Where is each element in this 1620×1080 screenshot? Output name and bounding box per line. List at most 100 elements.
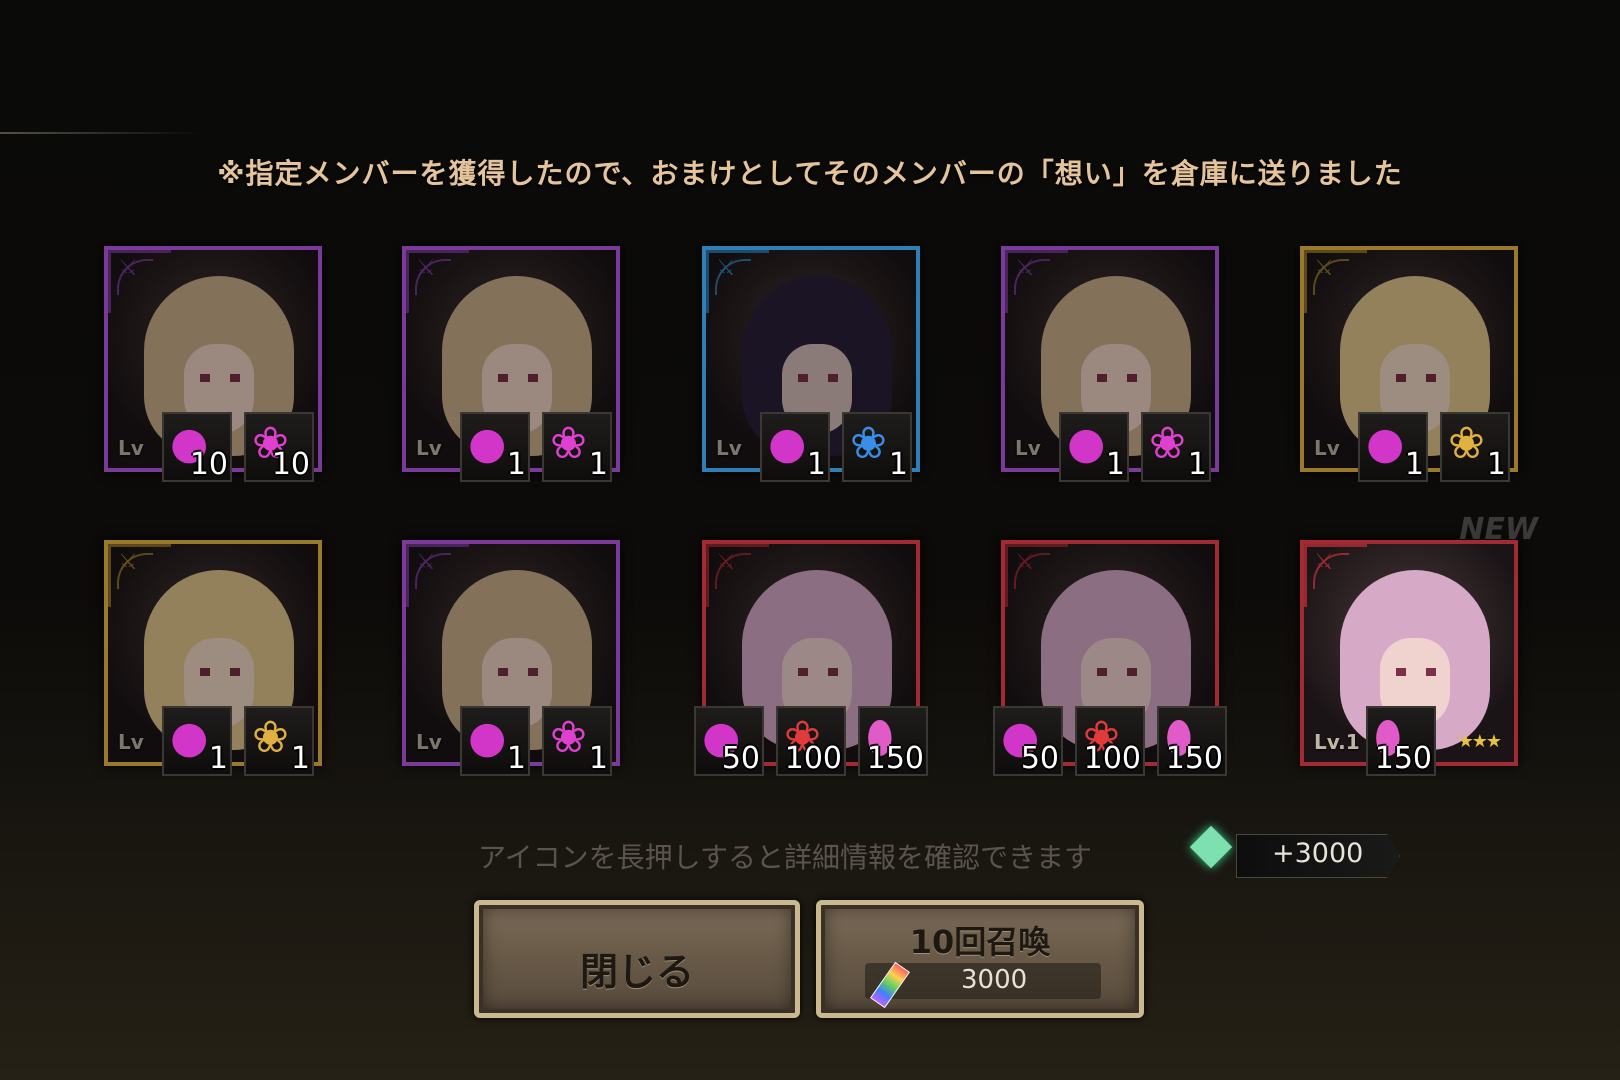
- level-label: Lv: [118, 436, 144, 460]
- frame-corner-ornament: [406, 544, 469, 607]
- rarity-stars: ★★★: [1457, 731, 1502, 752]
- level-label: Lv.1: [1314, 730, 1360, 754]
- item-quantity: 50: [1020, 741, 1059, 776]
- bonus-items: ● 1 ❀ 1: [162, 706, 314, 776]
- bonus-item[interactable]: ❀ 1: [1141, 412, 1211, 482]
- close-button[interactable]: 閉じる: [474, 900, 800, 1018]
- item-quantity: 100: [1083, 741, 1141, 776]
- bonus-item[interactable]: ❀ 1: [244, 706, 314, 776]
- item-quantity: 150: [866, 741, 924, 776]
- item-quantity: 1: [588, 447, 608, 482]
- class-icon: ⚔: [716, 550, 736, 575]
- bonus-item[interactable]: ⬮ 150: [1157, 706, 1227, 776]
- blue-spirit-icon: ❀: [850, 418, 887, 469]
- bonus-item[interactable]: ● 1: [1059, 412, 1129, 482]
- bonus-item[interactable]: ● 10: [162, 412, 232, 482]
- class-icon: ⚔: [1314, 550, 1334, 575]
- result-card[interactable]: ⚔ ● 50 ❀ 100 ⬮ 150: [993, 536, 1229, 776]
- frame-corner-ornament: [706, 544, 769, 607]
- level-label: Lv: [416, 730, 442, 754]
- class-icon: ⚔: [1314, 256, 1334, 281]
- class-icon: ⚔: [416, 550, 436, 575]
- result-card[interactable]: ⚔ Lv ● 1 ❀ 1: [398, 536, 630, 776]
- bonus-item[interactable]: ❀ 1: [842, 412, 912, 482]
- bonus-item[interactable]: ● 1: [460, 412, 530, 482]
- reward-value: +3000: [1272, 838, 1364, 869]
- result-card[interactable]: ⚔ Lv ● 1 ❀ 1: [997, 242, 1229, 482]
- item-quantity: 1: [806, 447, 826, 482]
- bonus-items: ● 10 ❀ 10: [162, 412, 314, 482]
- summon-cost: 3000: [961, 965, 1028, 995]
- frame-corner-ornament: [1005, 250, 1068, 313]
- bonus-item[interactable]: ⬮ 150: [858, 706, 928, 776]
- item-quantity: 100: [784, 741, 842, 776]
- result-card[interactable]: ⚔ Lv ● 1 ❀ 1: [1296, 242, 1528, 482]
- result-card[interactable]: ⚔ Lv ● 10 ❀ 10: [100, 242, 332, 482]
- bonus-items: ● 50 ❀ 100 ⬮ 150: [993, 706, 1227, 776]
- bonus-items: ● 1 ❀ 1: [1059, 412, 1211, 482]
- class-icon: ⚔: [1015, 550, 1035, 575]
- level-label: Lv: [716, 436, 742, 460]
- apple-icon: ●: [768, 418, 807, 469]
- frame-corner-ornament: [108, 250, 171, 313]
- item-quantity: 1: [588, 741, 608, 776]
- level-label: Lv: [1015, 436, 1041, 460]
- item-quantity: 1: [208, 741, 228, 776]
- result-card[interactable]: ⚔ Lv ● 1 ❀ 1: [100, 536, 332, 776]
- bonus-items: ● 1 ❀ 1: [460, 412, 612, 482]
- class-icon: ⚔: [118, 550, 138, 575]
- result-card[interactable]: ⚔ Lv.1 ★★★ NEW ⬮ 150: [1296, 512, 1538, 776]
- item-quantity: 1: [1404, 447, 1424, 482]
- long-press-hint: アイコンを長押しすると詳細情報を確認できます: [478, 841, 1093, 874]
- item-quantity: 150: [1374, 741, 1432, 776]
- level-label: Lv: [118, 730, 144, 754]
- class-icon: ⚔: [1015, 256, 1035, 281]
- bonus-item[interactable]: ❀ 10: [244, 412, 314, 482]
- pink-spirit-icon: ❀: [550, 418, 587, 469]
- bonus-items: ● 50 ❀ 100 ⬮ 150: [694, 706, 928, 776]
- green-gem-icon: [1189, 825, 1233, 869]
- bonus-items: ● 1 ❀ 1: [460, 706, 612, 776]
- pink-spirit-icon: ❀: [1149, 418, 1186, 469]
- frame-corner-ornament: [1005, 544, 1068, 607]
- bonus-item[interactable]: ● 1: [460, 706, 530, 776]
- item-quantity: 10: [271, 447, 310, 482]
- class-icon: ⚔: [118, 256, 138, 281]
- bonus-items: ⬮ 150: [1366, 706, 1436, 776]
- item-quantity: 10: [189, 447, 228, 482]
- apple-icon: ●: [1067, 418, 1106, 469]
- result-card[interactable]: ⚔ ● 50 ❀ 100 ⬮ 150: [694, 536, 930, 776]
- bonus-item[interactable]: ❀ 100: [776, 706, 846, 776]
- level-label: Lv: [1314, 436, 1340, 460]
- bonus-item[interactable]: ❀ 1: [1440, 412, 1510, 482]
- item-quantity: 1: [888, 447, 908, 482]
- level-label: Lv: [416, 436, 442, 460]
- result-card[interactable]: ⚔ Lv ● 1 ❀ 1: [698, 242, 930, 482]
- bonus-item[interactable]: ● 1: [1358, 412, 1428, 482]
- bonus-item[interactable]: ⬮ 150: [1366, 706, 1436, 776]
- apple-icon: ●: [170, 712, 209, 763]
- item-quantity: 1: [506, 447, 526, 482]
- bonus-item[interactable]: ● 1: [162, 706, 232, 776]
- decorative-line: [0, 132, 200, 134]
- bonus-item[interactable]: ❀ 1: [542, 412, 612, 482]
- result-card[interactable]: ⚔ Lv ● 1 ❀ 1: [398, 242, 630, 482]
- bonus-item[interactable]: ● 50: [694, 706, 764, 776]
- class-icon: ⚔: [416, 256, 436, 281]
- frame-corner-ornament: [1304, 250, 1367, 313]
- frame-corner-ornament: [108, 544, 171, 607]
- bonus-item[interactable]: ● 1: [760, 412, 830, 482]
- bonus-items: ● 1 ❀ 1: [1358, 412, 1510, 482]
- apple-icon: ●: [468, 712, 507, 763]
- apple-icon: ●: [1366, 418, 1405, 469]
- bonus-notice: ※指定メンバーを獲得したので、おまけとしてそのメンバーの「想い」を倉庫に送りまし…: [217, 157, 1403, 190]
- gold-spirit-icon: ❀: [252, 712, 289, 763]
- item-quantity: 1: [506, 741, 526, 776]
- pink-spirit-icon: ❀: [550, 712, 587, 763]
- bonus-item[interactable]: ❀ 100: [1075, 706, 1145, 776]
- summon-10-button[interactable]: 10回召喚 3000: [816, 900, 1144, 1018]
- item-quantity: 1: [1187, 447, 1207, 482]
- class-icon: ⚔: [716, 256, 736, 281]
- bonus-item[interactable]: ● 50: [993, 706, 1063, 776]
- bonus-item[interactable]: ❀ 1: [542, 706, 612, 776]
